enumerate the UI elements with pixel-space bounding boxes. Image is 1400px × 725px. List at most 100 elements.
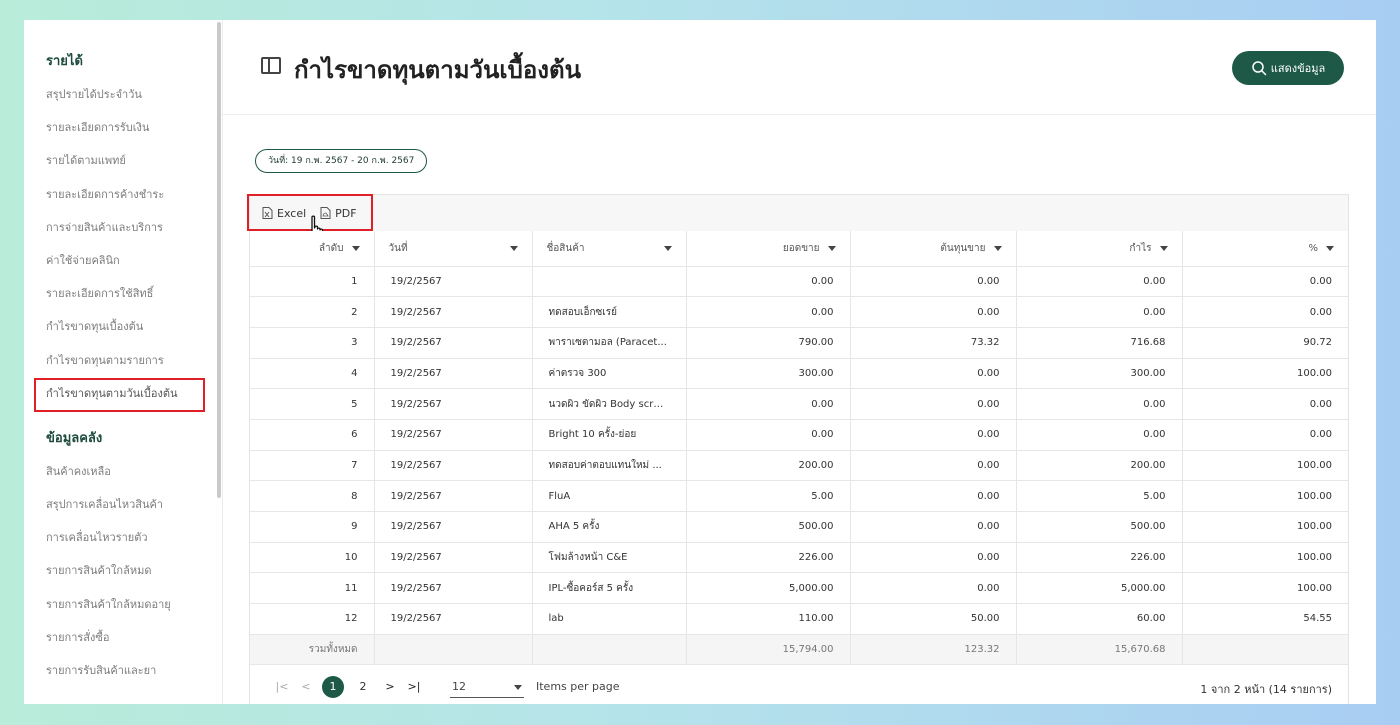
cell-date: 19/2/2567: [374, 511, 533, 543]
table-row[interactable]: 3 19/2/2567 พาราเซตามอล (Paracet... 790.00 7…: [250, 327, 1348, 359]
cell-product: นวดผิว ขัดผิว Body scrub...: [532, 388, 687, 420]
sidebar-item-outstanding-details[interactable]: รายละเอียดการค้างชำระ: [24, 185, 222, 218]
cell-product: ทดสอบเอ็กซเรย์: [532, 296, 687, 328]
sidebar-item-near-expiry[interactable]: รายการสินค้าใกล้หมดอายุ: [24, 595, 222, 628]
cell-order: 7: [250, 450, 375, 482]
cell-cost: 0.00: [850, 450, 1017, 482]
profit-loss-table: ลำดับ วันที่ ชื่อสินค้า ยอดขาย ต้นทุนขาย…: [250, 231, 1348, 665]
sidebar-item-item-movement[interactable]: การเคลื่อนไหวรายตัว: [24, 528, 222, 561]
show-data-button[interactable]: แสดงข้อมูล: [1232, 51, 1344, 85]
cell-date: 19/2/2567: [374, 542, 533, 574]
table-row[interactable]: 12 19/2/2567 lab 110.00 50.00 60.00 54.55: [250, 603, 1348, 635]
column-header-percent[interactable]: %: [1182, 231, 1348, 267]
cell-product: ค่าตรวจ 300: [532, 358, 687, 390]
table-row[interactable]: 4 19/2/2567 ค่าตรวจ 300 300.00 0.00 300.00 100…: [250, 358, 1348, 390]
sidebar-item-entitlement-details[interactable]: รายละเอียดการใช้สิทธิ์: [24, 284, 222, 317]
sort-caret-icon[interactable]: [1326, 245, 1334, 251]
sidebar-item-product-service-dispense[interactable]: การจ่ายสินค้าและบริการ: [24, 218, 222, 251]
table-row[interactable]: 8 19/2/2567 FluA 5.00 0.00 5.00 100.00: [250, 480, 1348, 512]
cell-cost: 0.00: [850, 480, 1017, 512]
sidebar-section-inventory: ข้อมูลคลัง: [46, 430, 103, 446]
sidebar-toggle-icon[interactable]: [261, 57, 281, 74]
table-row[interactable]: 9 19/2/2567 AHA 5 ครั้ง 500.00 0.00 500.00 100…: [250, 511, 1348, 543]
cell-sales: 5.00: [686, 480, 851, 512]
cell-sales: 0.00: [686, 266, 851, 298]
sort-caret-icon[interactable]: [509, 245, 518, 251]
table-row[interactable]: 2 19/2/2567 ทดสอบเอ็กซเรย์ 0.00 0.00 0.00 0.00: [250, 296, 1348, 328]
cell-order: 5: [250, 388, 375, 420]
cell-sales: 200.00: [686, 450, 851, 482]
sidebar-item-low-stock[interactable]: รายการสินค้าใกล้หมด: [24, 561, 222, 594]
cell-cost: 0.00: [850, 419, 1017, 451]
cell-percent: 54.55: [1182, 603, 1348, 635]
sidebar-item-goods-receipt[interactable]: รายการรับสินค้าและยา: [24, 661, 222, 694]
cell-sales: 5,000.00: [686, 572, 851, 605]
next-page-button[interactable]: >: [378, 680, 402, 693]
app-window: รายได้ สรุปรายได้ประจำวัน รายละเอียดการร…: [24, 20, 1376, 704]
table-row[interactable]: 11 19/2/2567 IPL-ซื้อคอร์ส 5 ครั้ง 5,000.00…: [250, 572, 1348, 605]
sidebar-item-income-by-doctor[interactable]: รายได้ตามแพทย์: [24, 151, 222, 184]
sort-caret-icon[interactable]: [1159, 245, 1168, 251]
cell-cost: 0.00: [850, 296, 1017, 328]
cell-sales: 110.00: [686, 603, 851, 635]
table-row[interactable]: 7 19/2/2567 ทดสอบค่าตอบแทนใหม่ ... 200.00 0.…: [250, 450, 1348, 482]
cell-profit: 0.00: [1016, 419, 1183, 451]
sidebar-item-clinic-expenses[interactable]: ค่าใช้จ่ายคลินิก: [24, 251, 222, 284]
cell-percent: 100.00: [1182, 358, 1348, 390]
page-button-1[interactable]: 1: [322, 675, 344, 698]
cell-product: [532, 266, 687, 298]
total-empty-cell: [374, 634, 533, 665]
sidebar-item-payment-details[interactable]: รายละเอียดการรับเงิน: [24, 118, 222, 151]
cell-order: 9: [250, 511, 375, 543]
date-range-chip[interactable]: วันที่: 19 ก.พ. 2567 - 20 ก.พ. 2567: [255, 149, 428, 173]
cell-profit: 0.00: [1016, 388, 1183, 420]
cell-sales: 300.00: [686, 358, 851, 390]
cell-profit: 226.00: [1016, 542, 1183, 574]
items-per-page-select[interactable]: 12: [450, 676, 524, 698]
page-title: กำไรขาดทุนตามวันเบื้องต้น: [294, 56, 581, 84]
sidebar-scrollbar[interactable]: [217, 22, 221, 498]
cell-cost: 73.32: [850, 327, 1017, 359]
page-button-2[interactable]: 2: [352, 676, 374, 698]
sort-caret-icon[interactable]: [827, 245, 836, 251]
sidebar-item-stock-movement-summary[interactable]: สรุปการเคลื่อนไหวสินค้า: [24, 495, 222, 528]
sidebar-item-basic-profit-loss[interactable]: กำไรขาดทุนเบื้องต้น: [24, 317, 222, 350]
cell-percent: 100.00: [1182, 542, 1348, 574]
cell-product: พาราเซตามอล (Paracet...: [532, 327, 687, 359]
table-body: 1 19/2/2567 0.00 0.00 0.00 0.00 2 19/2/2567 ทดสอ…: [250, 266, 1348, 635]
column-header-cost[interactable]: ต้นทุนขาย: [850, 231, 1017, 267]
cell-cost: 0.00: [850, 542, 1017, 574]
table-row[interactable]: 10 19/2/2567 โฟมล้างหน้า C&E 226.00 0.00 226.…: [250, 542, 1348, 574]
total-empty-cell: [1182, 634, 1348, 665]
table-row[interactable]: 1 19/2/2567 0.00 0.00 0.00 0.00: [250, 266, 1348, 298]
sidebar-item-profit-loss-by-day[interactable]: กำไรขาดทุนตามวันเบื้องต้น: [24, 377, 222, 417]
cell-product: lab: [532, 603, 687, 635]
cell-cost: 0.00: [850, 388, 1017, 420]
prev-page-button[interactable]: <: [294, 680, 318, 693]
cell-cost: 0.00: [850, 572, 1017, 605]
table-total-row: รวมทั้งหมด 15,794.00 123.32 15,670.68: [250, 634, 1348, 665]
cell-product: ทดสอบค่าตอบแทนใหม่ ...: [532, 450, 687, 482]
sort-caret-icon[interactable]: [993, 245, 1002, 251]
table-row[interactable]: 5 19/2/2567 นวดผิว ขัดผิว Body scrub... 0.0…: [250, 388, 1348, 420]
column-header-product[interactable]: ชื่อสินค้า: [532, 231, 687, 267]
cell-cost: 50.00: [850, 603, 1017, 635]
sidebar-item-purchase-orders[interactable]: รายการสั่งซื้อ: [24, 628, 222, 661]
last-page-button[interactable]: >|: [402, 680, 426, 693]
sidebar-item-daily-income-summary[interactable]: สรุปรายได้ประจำวัน: [24, 85, 222, 118]
column-header-profit[interactable]: กำไร: [1016, 231, 1183, 267]
column-header-sales[interactable]: ยอดขาย: [686, 231, 851, 267]
cell-date: 19/2/2567: [374, 419, 533, 451]
column-header-order[interactable]: ลำดับ: [250, 231, 375, 267]
cell-profit: 0.00: [1016, 296, 1183, 328]
sidebar-item-stock-remaining[interactable]: สินค้าคงเหลือ: [24, 462, 222, 495]
page-header: กำไรขาดทุนตามวันเบื้องต้น แสดงข้อมูล: [223, 20, 1376, 115]
total-sales: 15,794.00: [686, 634, 851, 665]
sort-caret-icon[interactable]: [663, 245, 672, 251]
table-row[interactable]: 6 19/2/2567 Bright 10 ครั้ง-ย่อย 0.00 0.00 0.…: [250, 419, 1348, 451]
cell-date: 19/2/2567: [374, 603, 533, 635]
cell-sales: 0.00: [686, 388, 851, 420]
first-page-button[interactable]: |<: [270, 680, 294, 693]
sort-caret-icon[interactable]: [351, 245, 360, 251]
column-header-date[interactable]: วันที่: [374, 231, 533, 267]
